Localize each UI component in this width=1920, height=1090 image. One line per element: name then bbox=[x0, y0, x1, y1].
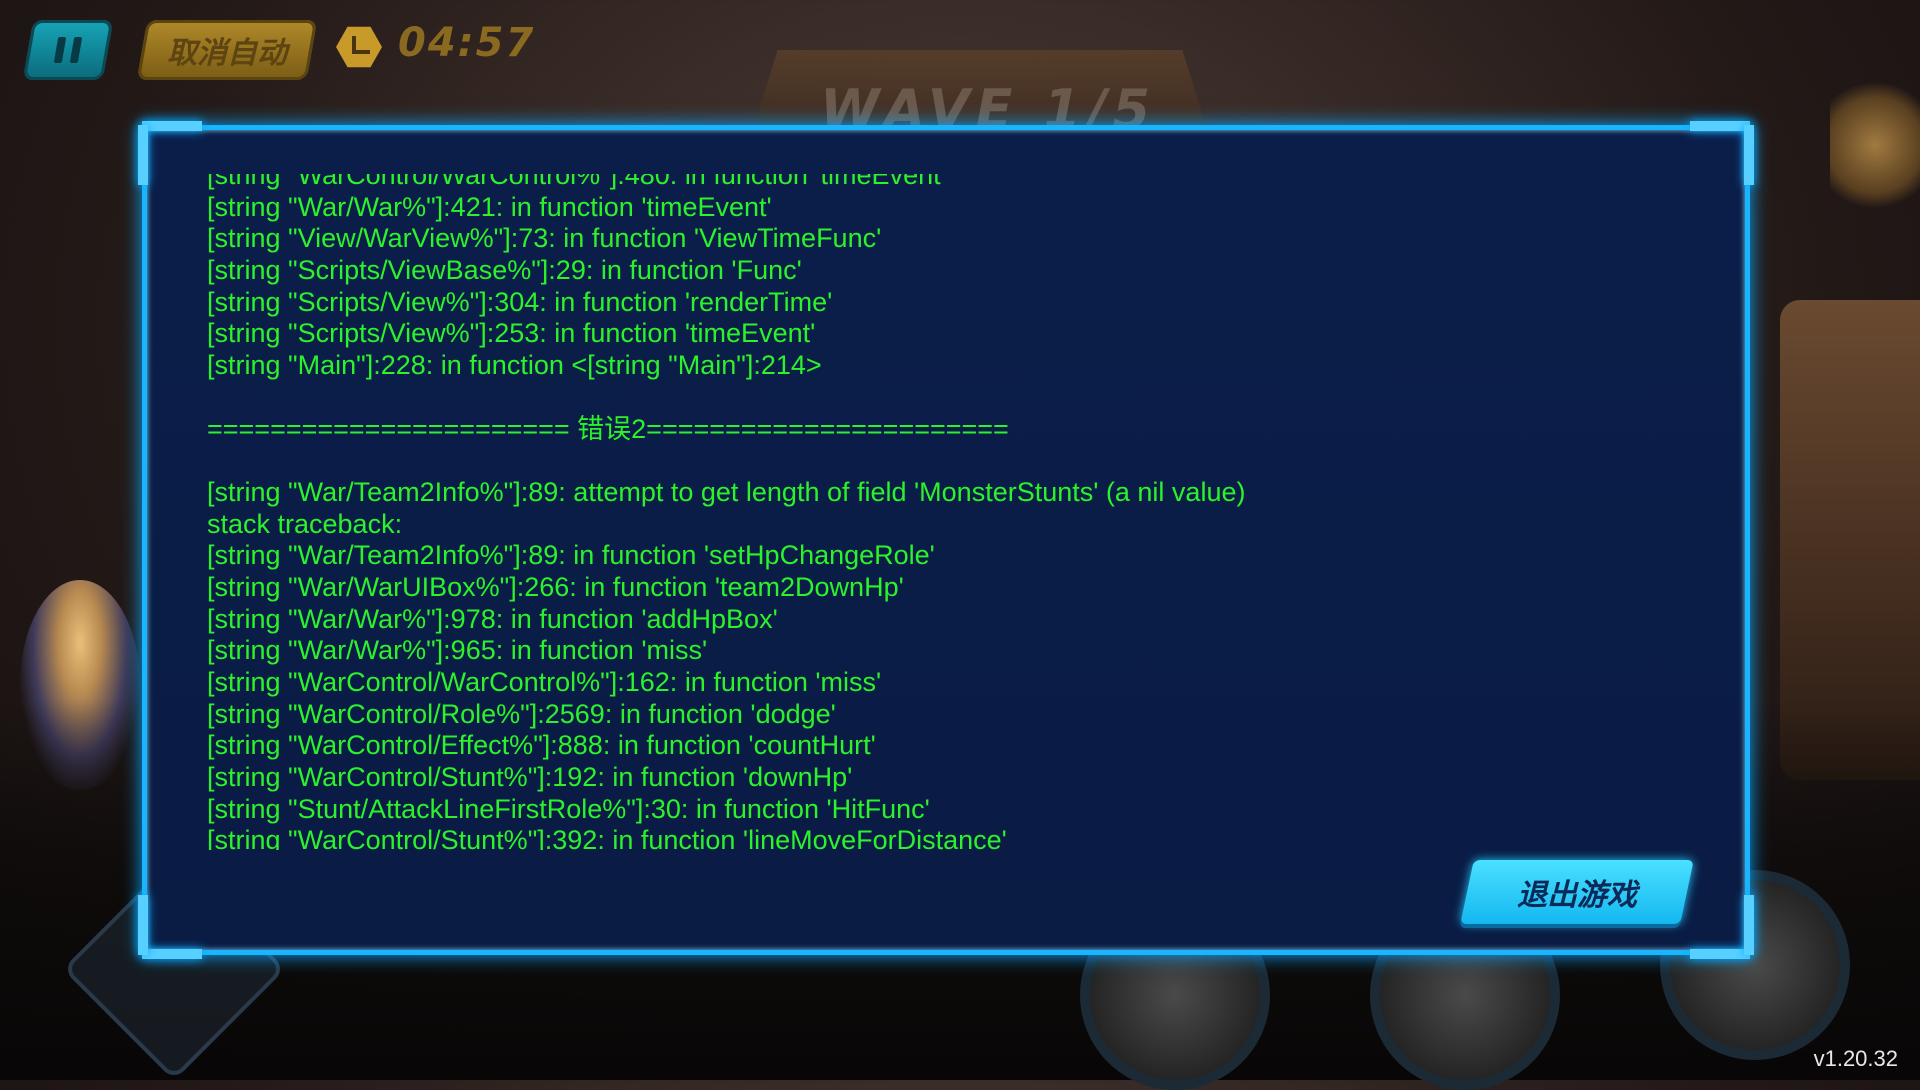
dialog-edge-bl bbox=[138, 895, 148, 955]
dialog-edge-tr bbox=[1744, 125, 1754, 185]
log-line: [string "War/War%"]:965: in function 'mi… bbox=[207, 635, 708, 666]
log-line: [string "Scripts/ViewBase%"]:29: in func… bbox=[207, 255, 802, 286]
dialog-corner-tr bbox=[1690, 121, 1750, 131]
dialog-corner-tl bbox=[142, 121, 202, 131]
log-line: [string "Scripts/View%"]:253: in functio… bbox=[207, 318, 816, 349]
tower-ornament bbox=[1830, 80, 1920, 210]
pause-button[interactable] bbox=[22, 20, 114, 80]
dialog-edge-tl bbox=[138, 125, 148, 185]
log-line: [string "WarControl/Stunt%"]:192: in fun… bbox=[207, 762, 853, 793]
dialog-corner-br bbox=[1690, 949, 1750, 959]
log-line: [string "WarControl/WarControl%"]:480: i… bbox=[207, 174, 946, 190]
log-line: [string "Main"]:228: in function <[strin… bbox=[207, 350, 822, 381]
pause-icon bbox=[50, 37, 87, 63]
error-log-scroll[interactable]: [string "WarControl/WarControl%"]:480: i… bbox=[207, 174, 1667, 850]
log-line: [string "War/WarUIBox%"]:266: in functio… bbox=[207, 571, 904, 602]
log-line: [string "WarControl/Effect%"]:888: in fu… bbox=[207, 730, 876, 761]
dialog-edge-br bbox=[1744, 895, 1754, 955]
log-line: [string "War/Team2Info%"]:89: attempt to… bbox=[207, 476, 1246, 507]
error-log-text: [string "WarControl/WarControl%"]:480: i… bbox=[207, 174, 1667, 850]
log-line: [string "WarControl/WarControl%"]:162: i… bbox=[207, 667, 882, 697]
log-line: [string "War/War%"]:978: in function 'ad… bbox=[207, 603, 778, 634]
log-line: [string "Stunt/AttackLineFirstRole%"]:30… bbox=[207, 793, 930, 824]
log-line: [string "Scripts/View%"]:304: in functio… bbox=[207, 286, 833, 317]
battle-timer: 04:57 bbox=[398, 20, 536, 66]
version-label: v1.20.32 bbox=[1813, 1046, 1898, 1071]
dialog-corner-bl bbox=[142, 949, 202, 959]
cancel-auto-button[interactable]: 取消自动 bbox=[136, 20, 318, 80]
log-line: [string "War/War%"]:421: in function 'ti… bbox=[207, 191, 772, 222]
log-line: [string "View/WarView%"]:73: in function… bbox=[207, 223, 882, 254]
log-line: [string "WarControl/Stunt%"]:392: in fun… bbox=[207, 825, 1007, 850]
exit-game-label: 退出游戏 bbox=[1517, 878, 1637, 913]
log-line: [string "War/Team2Info%"]:89: in functio… bbox=[207, 540, 935, 571]
log-line: [string "WarControl/Role%"]:2569: in fun… bbox=[207, 698, 836, 729]
log-line: stack traceback: bbox=[207, 508, 403, 539]
error-dialog: [string "WarControl/WarControl%"]:480: i… bbox=[138, 121, 1754, 959]
cancel-auto-label: 取消自动 bbox=[167, 36, 287, 71]
log-line: ======================= 错误2=============… bbox=[207, 413, 1009, 444]
exit-game-button[interactable]: 退出游戏 bbox=[1460, 860, 1694, 924]
